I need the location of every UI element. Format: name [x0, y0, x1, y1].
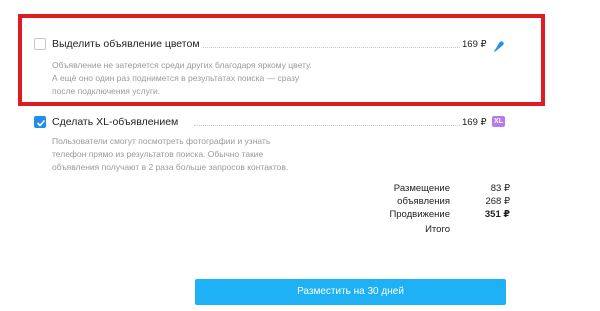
description-line: Пользователи смогут посмотреть фотографи…	[52, 136, 271, 146]
option-description: Пользователи смогут посмотреть фотографи…	[52, 135, 342, 174]
option-description: Объявление не затеряется среди других бл…	[52, 59, 382, 98]
summary-label: Продвижение	[389, 209, 450, 220]
option-highlight-checkbox[interactable]	[34, 38, 46, 50]
option-title[interactable]: Выделить объявление цветом	[52, 38, 203, 51]
xl-badge-icon: XL	[492, 116, 505, 127]
summary-row: Размещение 83 ₽	[370, 183, 510, 195]
dotted-leader	[194, 125, 476, 126]
promotion-options-panel: Выделить объявление цветом 169 ₽ Объявле…	[0, 0, 600, 311]
description-line: после подключения услуги.	[52, 86, 161, 96]
description-line: телефон прямо из результатов поиска. Обы…	[52, 149, 264, 159]
summary-total-value: 351 ₽	[484, 209, 510, 220]
submit-button[interactable]: Разместить на 30 дней	[195, 279, 506, 305]
summary-label: объявления	[397, 196, 450, 207]
summary-label: Размещение	[393, 183, 450, 194]
summary-row: Продвижение 351 ₽	[370, 209, 510, 221]
summary-value: 268 ₽	[485, 196, 510, 207]
description-line: Объявление не затеряется среди других бл…	[52, 60, 312, 70]
option-title[interactable]: Сделать XL-объявлением	[52, 116, 182, 129]
summary-label: Итого	[425, 224, 450, 235]
description-line: А ещё оно один раз поднимется в результа…	[52, 73, 300, 83]
checkmark-icon	[36, 119, 46, 127]
summary-value: 83 ₽	[490, 183, 510, 194]
paint-drop-icon	[493, 39, 505, 57]
summary-row: объявления 268 ₽	[370, 196, 510, 208]
option-price: 169 ₽	[460, 38, 487, 51]
description-line: объявления получают в 2 раза больше запр…	[52, 162, 289, 172]
summary-row: Итого	[370, 224, 510, 236]
dotted-leader	[184, 47, 476, 48]
option-xl-checkbox[interactable]	[34, 116, 46, 128]
option-price: 169 ₽	[460, 116, 487, 129]
